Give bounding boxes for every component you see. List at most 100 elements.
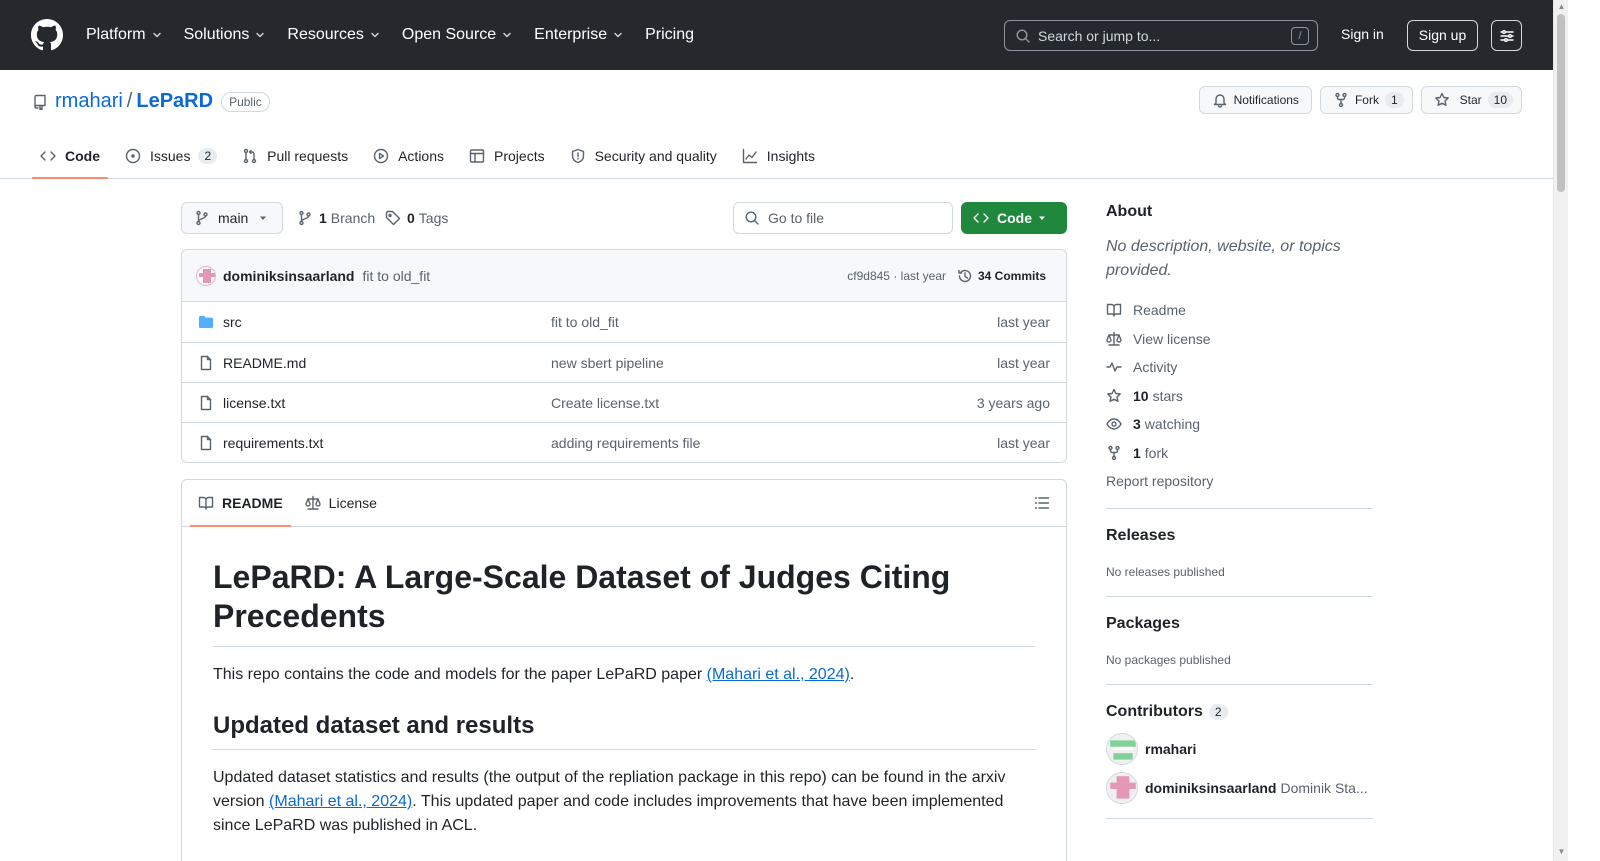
file-list: dominiksinsaarland fit to old_fit cf9d84… [181,249,1067,463]
sign-in-link[interactable]: Sign in [1341,26,1384,42]
nav-pricing[interactable]: Pricing [645,26,694,44]
chevron-down-icon [256,32,265,38]
visibility-badge: Public [221,91,270,112]
repo-tabs: Code Issues 2 Pull requests Actions Proj… [32,136,832,179]
nav-enterprise[interactable]: Enterprise [534,26,624,44]
file-commit-message[interactable]: fit to old_fit [551,314,619,330]
tab-projects[interactable]: Projects [461,136,553,176]
file-commit-message[interactable]: Create license.txt [551,395,659,411]
nav-solutions[interactable]: Solutions [184,26,267,44]
watchers-link[interactable]: 3 watching [1106,410,1373,439]
file-commit-message[interactable]: adding requirements file [551,435,700,451]
nav-open-source[interactable]: Open Source [402,26,513,44]
packages-heading[interactable]: Packages [1106,615,1373,633]
list-item[interactable]: dominiksinsaarland Dominik Sta... [1106,769,1373,808]
stars-link[interactable]: 10 stars [1106,382,1373,411]
tab-license[interactable]: License [297,480,385,526]
scroll-up-arrow-icon[interactable]: ▲ [1557,3,1566,11]
divider [1106,683,1373,685]
file-commit-date: last year [997,314,1050,330]
file-commit-date: last year [997,434,1050,451]
avatar[interactable] [196,265,216,286]
file-icon [200,395,212,410]
contributors-count: 2 [1208,703,1228,720]
code-icon [973,213,989,223]
table-row[interactable]: license.txt Create license.txt 3 years a… [182,382,1066,422]
table-row[interactable]: README.md new sbert pipeline last year [182,342,1066,382]
releases-heading[interactable]: Releases [1106,527,1373,545]
settings-menu-button[interactable] [1491,20,1522,51]
fork-icon [1335,92,1347,108]
report-repository-link[interactable]: Report repository [1106,467,1373,496]
contributors-heading[interactable]: Contributors [1106,703,1203,721]
branch-selector[interactable]: main [181,202,283,234]
readme-content: LePaRD: A Large-Scale Dataset of Judges … [213,558,1035,838]
activity-link[interactable]: Activity [1106,353,1373,382]
pulse-icon [1106,362,1122,372]
tab-issues[interactable]: Issues 2 [117,136,225,176]
page-scrollbar[interactable]: ▲ ▼ [1553,0,1568,861]
search-icon [1016,28,1030,43]
license-link[interactable]: View license [1106,325,1373,354]
tab-code[interactable]: Code [32,136,108,179]
branch-icon [196,210,208,226]
code-dropdown-button[interactable]: Code [961,202,1067,234]
scroll-down-arrow-icon[interactable]: ▼ [1557,848,1566,856]
tags-link[interactable]: 0 Tags [385,210,448,226]
shield-icon [571,148,584,164]
readme-link[interactable]: Readme [1106,296,1373,325]
global-search-input[interactable]: Search or jump to... / [1004,20,1318,51]
branch-icon [299,210,311,226]
tab-security[interactable]: Security and quality [562,136,725,176]
pull-request-icon [243,148,257,164]
table-icon [469,149,485,163]
scroll-thumb[interactable] [1557,14,1565,192]
book-icon [1106,304,1122,317]
star-button[interactable]: Star 10 [1420,86,1522,114]
notifications-button[interactable]: Notifications [1198,86,1312,114]
readme-tabs: README License [182,480,1066,527]
file-commit-message[interactable]: new sbert pipeline [551,355,664,371]
avatar[interactable] [1106,772,1138,804]
contributors-header: Contributors 2 [1106,703,1373,721]
identicon-icon [1107,773,1137,803]
branches-link[interactable]: 1 Branch [297,210,375,226]
divider [1106,817,1373,819]
repo-name-link[interactable]: LePaRD [136,90,213,113]
github-logo-icon[interactable] [31,19,63,51]
list-outline-icon[interactable] [1034,495,1050,511]
nav-resources[interactable]: Resources [287,26,380,44]
tag-icon [385,210,401,226]
file-name-link[interactable]: src [223,314,242,330]
table-row[interactable]: requirements.txt adding requirements fil… [182,422,1066,462]
releases-empty-text: No releases published [1106,564,1225,579]
tab-pull-requests[interactable]: Pull requests [234,136,356,176]
tab-readme[interactable]: README [190,480,291,527]
commits-history-link[interactable]: 34 Commits [957,268,1046,284]
law-icon [304,495,321,510]
nav-platform[interactable]: Platform [86,26,163,44]
tab-actions[interactable]: Actions [365,136,452,176]
table-row[interactable]: src fit to old_fit last year [182,302,1066,342]
commit-author-link[interactable]: dominiksinsaarland [223,268,354,284]
file-name-link[interactable]: requirements.txt [223,435,323,451]
paper-link[interactable]: (Mahari et al., 2024) [707,666,850,683]
repo-owner-link[interactable]: rmahari [55,90,123,113]
chevron-down-icon [371,32,379,38]
commit-hash-date[interactable]: cf9d845 · last year [847,269,946,283]
forks-link[interactable]: 1 fork [1106,439,1373,468]
tab-insights[interactable]: Insights [734,136,823,176]
avatar[interactable] [1106,733,1138,765]
arxiv-link[interactable]: (Mahari et al., 2024) [269,793,412,810]
go-to-file-input[interactable]: Go to file [733,202,953,234]
fork-button[interactable]: Fork 1 [1319,86,1413,114]
list-item[interactable]: rmahari [1106,730,1373,769]
readme-paragraph: Updated dataset statistics and results (… [213,769,1006,834]
file-name-link[interactable]: README.md [223,355,306,371]
commit-message-link[interactable]: fit to old_fit [362,268,430,284]
history-icon [958,269,972,282]
sign-up-button[interactable]: Sign up [1407,20,1478,51]
packages-empty-text: No packages published [1106,652,1231,667]
law-icon [1106,331,1122,346]
file-name-link[interactable]: license.txt [223,395,285,411]
